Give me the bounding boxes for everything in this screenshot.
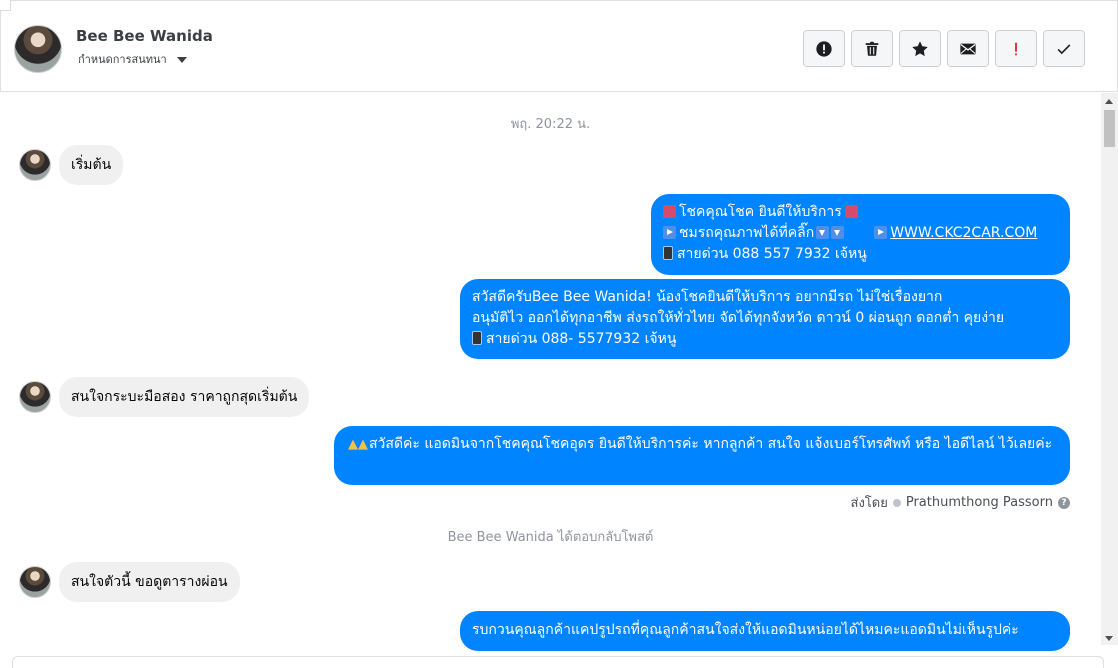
incoming-message[interactable]: เริ่มต้น <box>59 145 124 185</box>
arrow-down-emoji-icon <box>816 226 830 239</box>
message-composer[interactable] <box>12 656 1104 668</box>
outgoing-message[interactable]: โชคคุณโชค ยินดีให้บริการ ชมรถคุณภาพได้ที… <box>651 194 1070 275</box>
mark-unread-button[interactable] <box>947 30 989 67</box>
incoming-message-row: เริ่มต้น <box>19 145 124 185</box>
follow-up-button[interactable] <box>995 30 1037 67</box>
message-timestamp: พฤ. 20:22 น. <box>510 117 591 132</box>
trash-icon <box>865 41 879 56</box>
star-icon <box>912 40 928 56</box>
contact-avatar-small[interactable] <box>19 381 51 413</box>
sparkle-emoji-icon <box>844 205 858 218</box>
outgoing-message[interactable]: ▲▲สวัสดีค่ะ แอดมินจากโชคคุณโชคอุดร ยินดี… <box>334 426 1070 485</box>
arrow-down-emoji-icon <box>831 226 845 239</box>
incoming-message[interactable]: สนใจกระบะมือสอง ราคาถูกสุดเริ่มต้น <box>59 377 310 417</box>
contact-avatar-small[interactable] <box>19 566 51 598</box>
message-line: สายด่วน 088 557 7932 เจ้หนู <box>677 246 867 262</box>
contact-avatar[interactable] <box>14 25 62 73</box>
scroll-up-arrow-icon[interactable] <box>1105 99 1113 104</box>
phone-emoji-icon <box>663 246 673 260</box>
assign-conversation-dropdown[interactable]: กำหนดการสนทนา <box>78 50 187 68</box>
sparkle-emoji-icon <box>663 205 676 218</box>
caret-down-icon <box>176 56 187 63</box>
report-spam-button[interactable] <box>803 30 845 67</box>
pray-emoji-icon: ▲▲ <box>348 437 368 452</box>
exclamation-icon <box>1015 42 1017 55</box>
sent-by-label: ส่งโดย <box>850 496 888 511</box>
play-emoji-icon <box>663 226 676 239</box>
delete-button[interactable] <box>851 30 893 67</box>
outgoing-message[interactable]: รบกวนคุณลูกค้าแคปรูปรถที่คุณลูกค้าสนใจส่… <box>460 611 1070 651</box>
conversation-header: Bee Bee Wanida กำหนดการสนทนา <box>0 0 1118 92</box>
message-text: สวัสดีค่ะ แอดมินจากโชคคุณโชคอุดร ยินดีให… <box>369 436 1053 452</box>
contact-avatar-small[interactable] <box>19 149 51 181</box>
scrollbar-thumb[interactable] <box>1104 110 1115 147</box>
alert-circle-icon <box>816 40 832 57</box>
help-icon[interactable]: ? <box>1058 496 1070 509</box>
page-admin-icon <box>892 498 901 507</box>
message-line: โชคคุณโชค ยินดีให้บริการ <box>679 204 842 220</box>
message-line: สวัสดีครับBee Bee Wanida! น้องโชคยินดีให… <box>472 289 943 305</box>
outgoing-message[interactable]: สวัสดีครับBee Bee Wanida! น้องโชคยินดีให… <box>460 279 1070 359</box>
window-corner <box>0 0 11 11</box>
message-thread[interactable]: พฤ. 20:22 น. เริ่มต้น โชคคุณโชค ยินดีให้… <box>0 93 1101 658</box>
incoming-message[interactable]: สนใจตัวนี้ ขอดูตารางผ่อน <box>59 562 240 602</box>
phone-emoji-icon <box>472 331 482 345</box>
reply-notice: Bee Bee Wanida ได้ตอบกลับโพสต์ <box>447 530 654 545</box>
message-line: อนุมัติไว ออกได้ทุกอาชีพ ส่งรถให้ทั่วไทย… <box>472 310 1005 326</box>
contact-name[interactable]: Bee Bee Wanida <box>76 27 213 45</box>
scroll-down-arrow-icon[interactable] <box>1105 636 1113 641</box>
message-line: สายด่วน 088- 5577932 เจ้หนู <box>486 331 677 347</box>
sender-name[interactable]: Prathumthong Passorn <box>906 495 1053 510</box>
envelope-icon <box>960 43 976 54</box>
thread-scrollbar[interactable] <box>1101 93 1118 645</box>
assign-label: กำหนดการสนทนา <box>78 53 167 66</box>
star-button[interactable] <box>899 30 941 67</box>
website-link[interactable]: WWW.CKC2CAR.COM <box>890 225 1037 241</box>
mark-done-button[interactable] <box>1043 30 1085 67</box>
sent-by-info: ส่งโดย Prathumthong Passorn ? <box>851 492 1070 513</box>
play-emoji-icon <box>874 226 888 239</box>
checkmark-icon <box>1057 43 1071 54</box>
conversation-toolbar <box>803 30 1085 67</box>
incoming-message-row: สนใจกระบะมือสอง ราคาถูกสุดเริ่มต้น <box>19 377 310 417</box>
incoming-message-row: สนใจตัวนี้ ขอดูตารางผ่อน <box>19 562 240 602</box>
message-line: ชมรถคุณภาพได้ที่คลิ๊ก <box>679 225 815 241</box>
